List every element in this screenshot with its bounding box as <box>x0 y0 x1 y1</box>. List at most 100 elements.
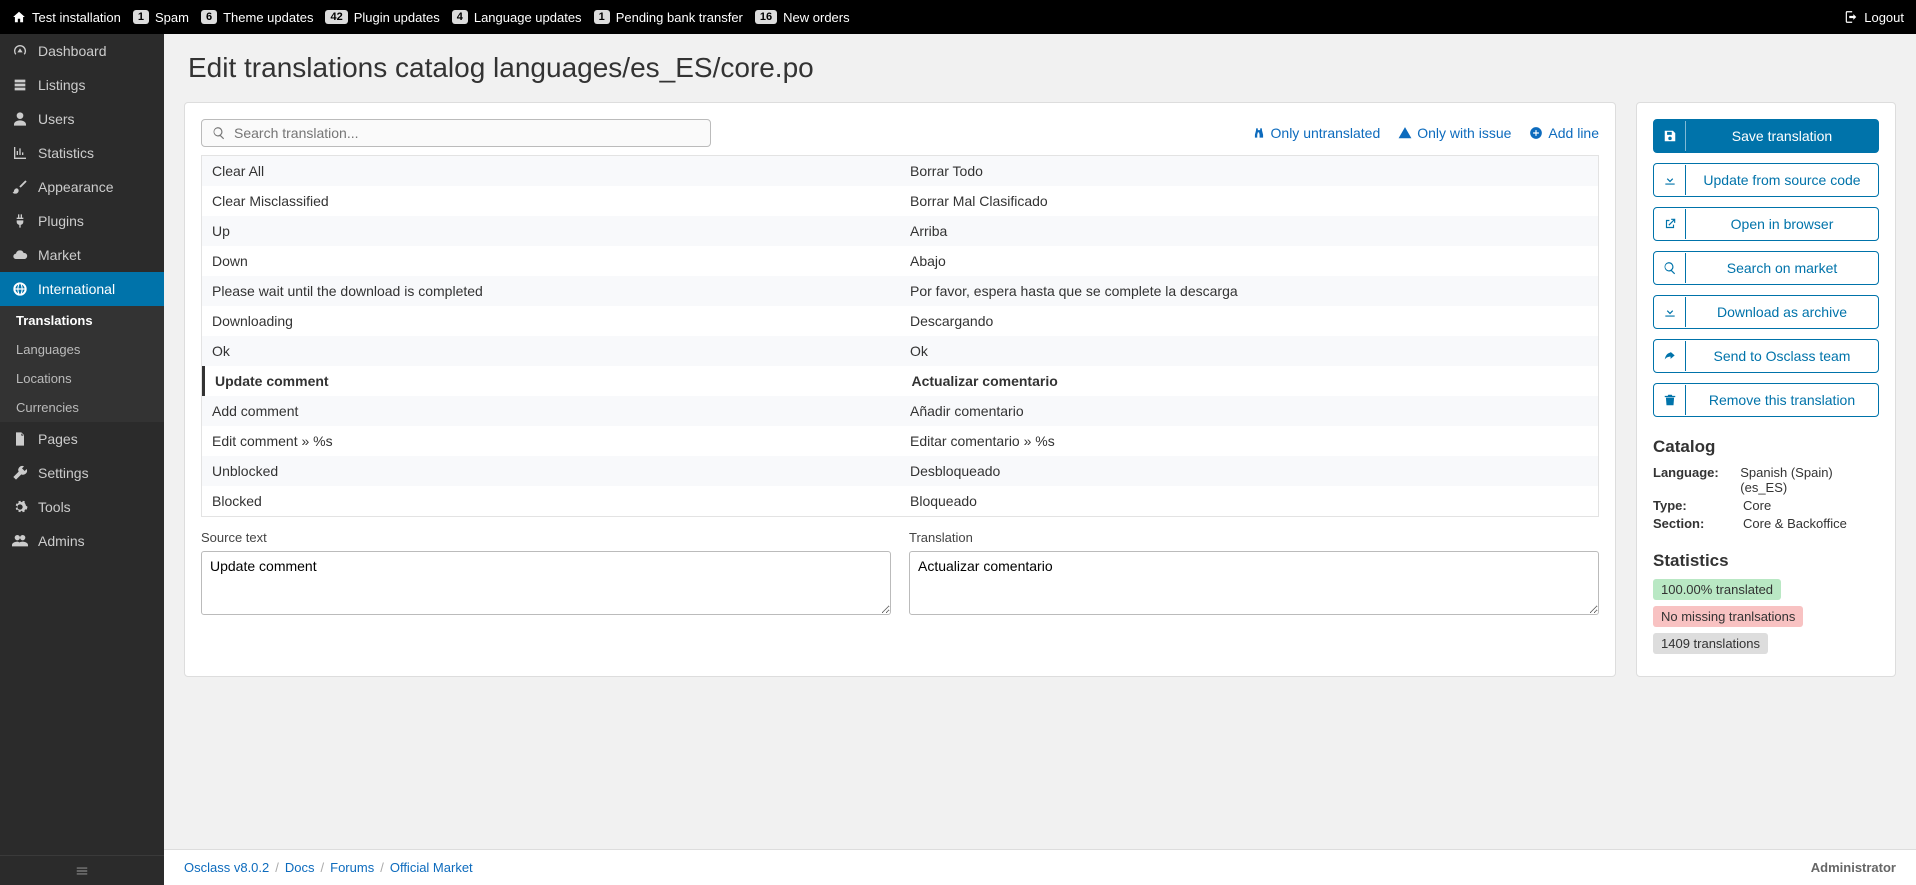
translation-row[interactable]: UpArriba <box>202 216 1598 246</box>
cloud-icon <box>12 247 28 263</box>
globe-icon <box>12 281 28 297</box>
topbar-item-5[interactable]: 16New orders <box>755 10 850 25</box>
translation-row[interactable]: Add commentAñadir comentario <box>202 396 1598 426</box>
sidebar-item-settings[interactable]: Settings <box>0 456 164 490</box>
action-open-in-browser[interactable]: Open in browser <box>1653 207 1879 241</box>
action-label: Remove this translation <box>1686 384 1878 416</box>
plug-icon <box>12 213 28 229</box>
sidebar-item-international[interactable]: International <box>0 272 164 306</box>
save-icon <box>1663 129 1677 143</box>
source-cell: Clear Misclassified <box>202 186 900 216</box>
action-remove-this-translation[interactable]: Remove this translation <box>1653 383 1879 417</box>
sidebar-subitem-translations[interactable]: Translations <box>0 306 164 335</box>
action-search-on-market[interactable]: Search on market <box>1653 251 1879 285</box>
footer-link[interactable]: Forums <box>330 860 374 875</box>
footer-link[interactable]: Official Market <box>390 860 473 875</box>
gear-icon <box>12 499 28 515</box>
sidebar: DashboardListingsUsers Statistics Appearan… <box>0 34 164 885</box>
action-label: Update from source code <box>1686 164 1878 196</box>
translation-row[interactable]: BlockedBloqueado <box>202 486 1598 516</box>
statistics-heading: Statistics <box>1653 551 1879 571</box>
sidebar-item-users[interactable]: Users <box>0 102 164 136</box>
translation-cell: Por favor, espera hasta que se complete … <box>900 276 1598 306</box>
sidebar-item-label: Tools <box>38 499 71 515</box>
translation-table[interactable]: Clear AllBorrar TodoClear MisclassifiedB… <box>201 155 1599 517</box>
footer-link[interactable]: Osclass v8.0.2 <box>184 860 269 875</box>
action-label: Download as archive <box>1686 296 1878 328</box>
sidebar-subitem-locations[interactable]: Locations <box>0 364 164 393</box>
menu-icon <box>75 864 89 878</box>
sidebar-subitem-languages[interactable]: Languages <box>0 335 164 364</box>
sidebar-collapse[interactable] <box>0 855 164 885</box>
sidebar-item-label: Plugins <box>38 213 84 229</box>
translation-row[interactable]: DownAbajo <box>202 246 1598 276</box>
footer-link[interactable]: Docs <box>285 860 315 875</box>
source-cell: Down <box>202 246 900 276</box>
sidebar-item-plugins[interactable]: Plugins <box>0 204 164 238</box>
plus-circle-icon <box>1529 126 1543 140</box>
translation-row[interactable]: Please wait until the download is comple… <box>202 276 1598 306</box>
topbar-item-4[interactable]: 1Pending bank transfer <box>594 10 743 25</box>
filter-only-untranslated[interactable]: Only untranslated <box>1252 125 1381 141</box>
sidebar-item-statistics[interactable]: Statistics <box>0 136 164 170</box>
action-save-translation[interactable]: Save translation <box>1653 119 1879 153</box>
footer-user: Administrator <box>1811 860 1896 875</box>
source-cell: Clear All <box>202 156 900 186</box>
translation-row[interactable]: UnblockedDesbloqueado <box>202 456 1598 486</box>
action-send-to-osclass-team[interactable]: Send to Osclass team <box>1653 339 1879 373</box>
topbar-item-0[interactable]: 1Spam <box>133 10 189 25</box>
source-cell: Downloading <box>202 306 900 336</box>
translation-row[interactable]: Edit comment » %sEditar comentario » %s <box>202 426 1598 456</box>
stat-badge: 100.00% translated <box>1653 579 1781 600</box>
action-download-as-archive[interactable]: Download as archive <box>1653 295 1879 329</box>
topbar-item-1[interactable]: 6Theme updates <box>201 10 313 25</box>
sidebar-item-label: Statistics <box>38 145 94 161</box>
sidebar-subitem-currencies[interactable]: Currencies <box>0 393 164 422</box>
list-icon <box>12 77 28 93</box>
wrench-icon <box>12 465 28 481</box>
add-line-button[interactable]: Add line <box>1529 125 1599 141</box>
topbar-item-2[interactable]: 42Plugin updates <box>325 10 439 25</box>
action-update-from-source-code[interactable]: Update from source code <box>1653 163 1879 197</box>
sidebar-item-admins[interactable]: Admins <box>0 524 164 558</box>
source-text-label: Source text <box>201 530 267 545</box>
source-cell: Up <box>202 216 900 246</box>
trash-icon <box>1663 393 1677 407</box>
catalog-row: Language:Spanish (Spain) (es_ES) <box>1653 465 1879 495</box>
translation-row[interactable]: Clear AllBorrar Todo <box>202 156 1598 186</box>
side-panel: Save translation Update from source code O… <box>1636 102 1896 677</box>
brush-icon <box>12 179 28 195</box>
topbar-home[interactable]: Test installation <box>12 10 121 25</box>
sidebar-item-label: Settings <box>38 465 89 481</box>
chart-icon <box>12 145 28 161</box>
search-input[interactable] <box>234 125 700 141</box>
sidebar-item-dashboard[interactable]: Dashboard <box>0 34 164 68</box>
catalog-row: Type:Core <box>1653 498 1879 513</box>
filter-only-with-issue[interactable]: Only with issue <box>1398 125 1511 141</box>
search-icon <box>212 126 226 140</box>
sidebar-item-tools[interactable]: Tools <box>0 490 164 524</box>
sidebar-item-pages[interactable]: Pages <box>0 422 164 456</box>
translation-row[interactable]: DownloadingDescargando <box>202 306 1598 336</box>
translation-label: Translation <box>909 530 973 545</box>
translation-row[interactable]: Clear MisclassifiedBorrar Mal Clasificad… <box>202 186 1598 216</box>
translation-cell: Borrar Mal Clasificado <box>900 186 1598 216</box>
translation-row[interactable]: OkOk <box>202 336 1598 366</box>
sidebar-item-listings[interactable]: Listings <box>0 68 164 102</box>
user-icon <box>12 111 28 127</box>
topbar-badge: 1 <box>594 10 610 24</box>
topbar-item-label: Plugin updates <box>354 10 440 25</box>
translation-row[interactable]: Update commentActualizar comentario <box>202 366 1598 396</box>
source-cell: Unblocked <box>202 456 900 486</box>
binoculars-icon <box>1252 126 1266 140</box>
gauge-icon <box>12 43 28 59</box>
sidebar-item-market[interactable]: Market <box>0 238 164 272</box>
source-text-area[interactable] <box>201 551 891 615</box>
topbar-item-label: Language updates <box>474 10 582 25</box>
topbar-logout[interactable]: Logout <box>1844 10 1904 25</box>
topbar-item-3[interactable]: 4Language updates <box>452 10 582 25</box>
sidebar-item-label: Pages <box>38 431 78 447</box>
search-box[interactable] <box>201 119 711 147</box>
sidebar-item-appearance[interactable]: Appearance <box>0 170 164 204</box>
translation-text-area[interactable] <box>909 551 1599 615</box>
